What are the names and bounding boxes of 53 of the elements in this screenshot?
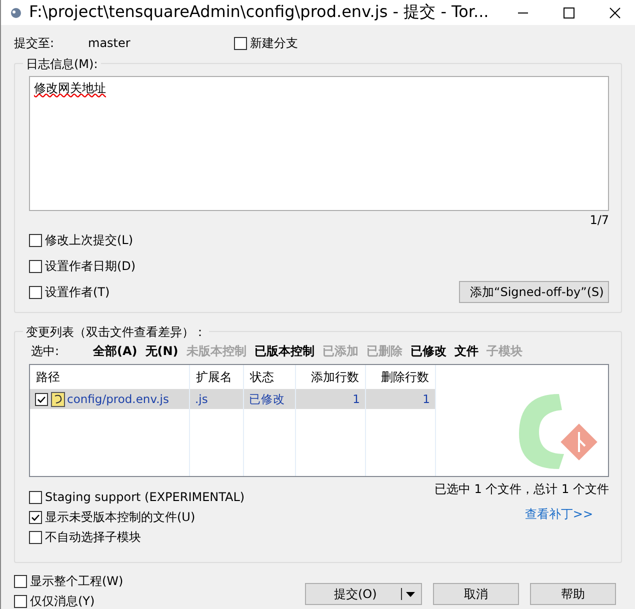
table-cell: 1 <box>296 389 365 409</box>
cancel-button[interactable]: 取消 <box>433 583 519 605</box>
maximize-icon[interactable] <box>563 6 575 18</box>
checkbox-label: 不自动选择子模块 <box>45 528 141 546</box>
filter-link[interactable]: 文件 <box>454 342 478 360</box>
selection-summary: 已选中 1 个文件，总计 1 个文件 <box>434 481 609 498</box>
filter-link[interactable]: 已修改 <box>410 342 446 360</box>
checkbox-label: 修改上次提交(L) <box>45 232 134 248</box>
column-header[interactable]: 删除行数 <box>366 365 435 389</box>
checkbox[interactable] <box>14 574 27 588</box>
checkbox-label: 设置作者日期(D) <box>45 258 136 274</box>
checkbox-label: 显示未受版本控制的文件(U) <box>45 508 196 526</box>
file-icon <box>51 392 65 406</box>
filter-link[interactable]: 全部(A) <box>93 342 138 360</box>
checkbox[interactable] <box>14 594 27 608</box>
filter-link[interactable]: 无(N) <box>145 342 178 360</box>
checkbox[interactable] <box>29 260 42 272</box>
signed-off-button[interactable]: 添加“Signed-off-by”(S) <box>459 281 609 303</box>
branch-name: master <box>88 36 132 50</box>
table-cell: .js <box>190 389 243 409</box>
help-button[interactable]: 帮助 <box>530 583 616 605</box>
checkbox-label: Staging support (EXPERIMENTAL) <box>45 490 245 504</box>
checkbox[interactable] <box>29 530 42 544</box>
message-field[interactable]: 修改网关地址 <box>29 76 609 211</box>
window-title: F:\project\tensquareAdmin\config\prod.env.js - 提交 - Tor... <box>29 2 490 23</box>
filter-link[interactable]: 已版本控制 <box>254 342 314 360</box>
checkbox-label: 新建分支 <box>250 34 298 52</box>
checkbox[interactable] <box>29 234 42 246</box>
select-label: 选中: <box>31 342 60 360</box>
group-title: 日志信息(M): <box>23 56 101 73</box>
view-patch-link[interactable]: 查看补丁>> <box>524 506 593 523</box>
table-cell: 1 <box>366 389 435 409</box>
close-icon[interactable] <box>609 6 621 18</box>
table-cell: config/prod.env.js <box>30 389 189 409</box>
checkbox[interactable] <box>29 490 42 504</box>
column-header[interactable]: 扩展名 <box>190 365 243 389</box>
line-counter: 1/7 <box>590 213 609 227</box>
app-icon <box>9 6 23 20</box>
checkbox-label: 仅仅消息(Y) <box>30 592 95 609</box>
table-cell: 已修改 <box>244 389 295 409</box>
commit-to-label: 提交至: <box>14 34 56 52</box>
group-title: 变更列表（双击文件查看差异）： <box>23 324 209 341</box>
checkbox[interactable] <box>29 510 42 524</box>
checkbox-label: 显示整个工程(W) <box>30 572 124 590</box>
dropdown-icon[interactable] <box>401 588 417 600</box>
checkbox[interactable] <box>234 36 247 50</box>
column-header[interactable]: 添加行数 <box>296 365 365 389</box>
column-header[interactable]: 路径 <box>30 365 189 389</box>
commit-button[interactable]: 提交(O) <box>305 583 422 605</box>
column-header[interactable]: 状态 <box>244 365 295 389</box>
checkbox[interactable] <box>35 392 48 406</box>
checkbox[interactable] <box>29 286 42 298</box>
checkbox-label: 设置作者(T) <box>45 284 110 300</box>
